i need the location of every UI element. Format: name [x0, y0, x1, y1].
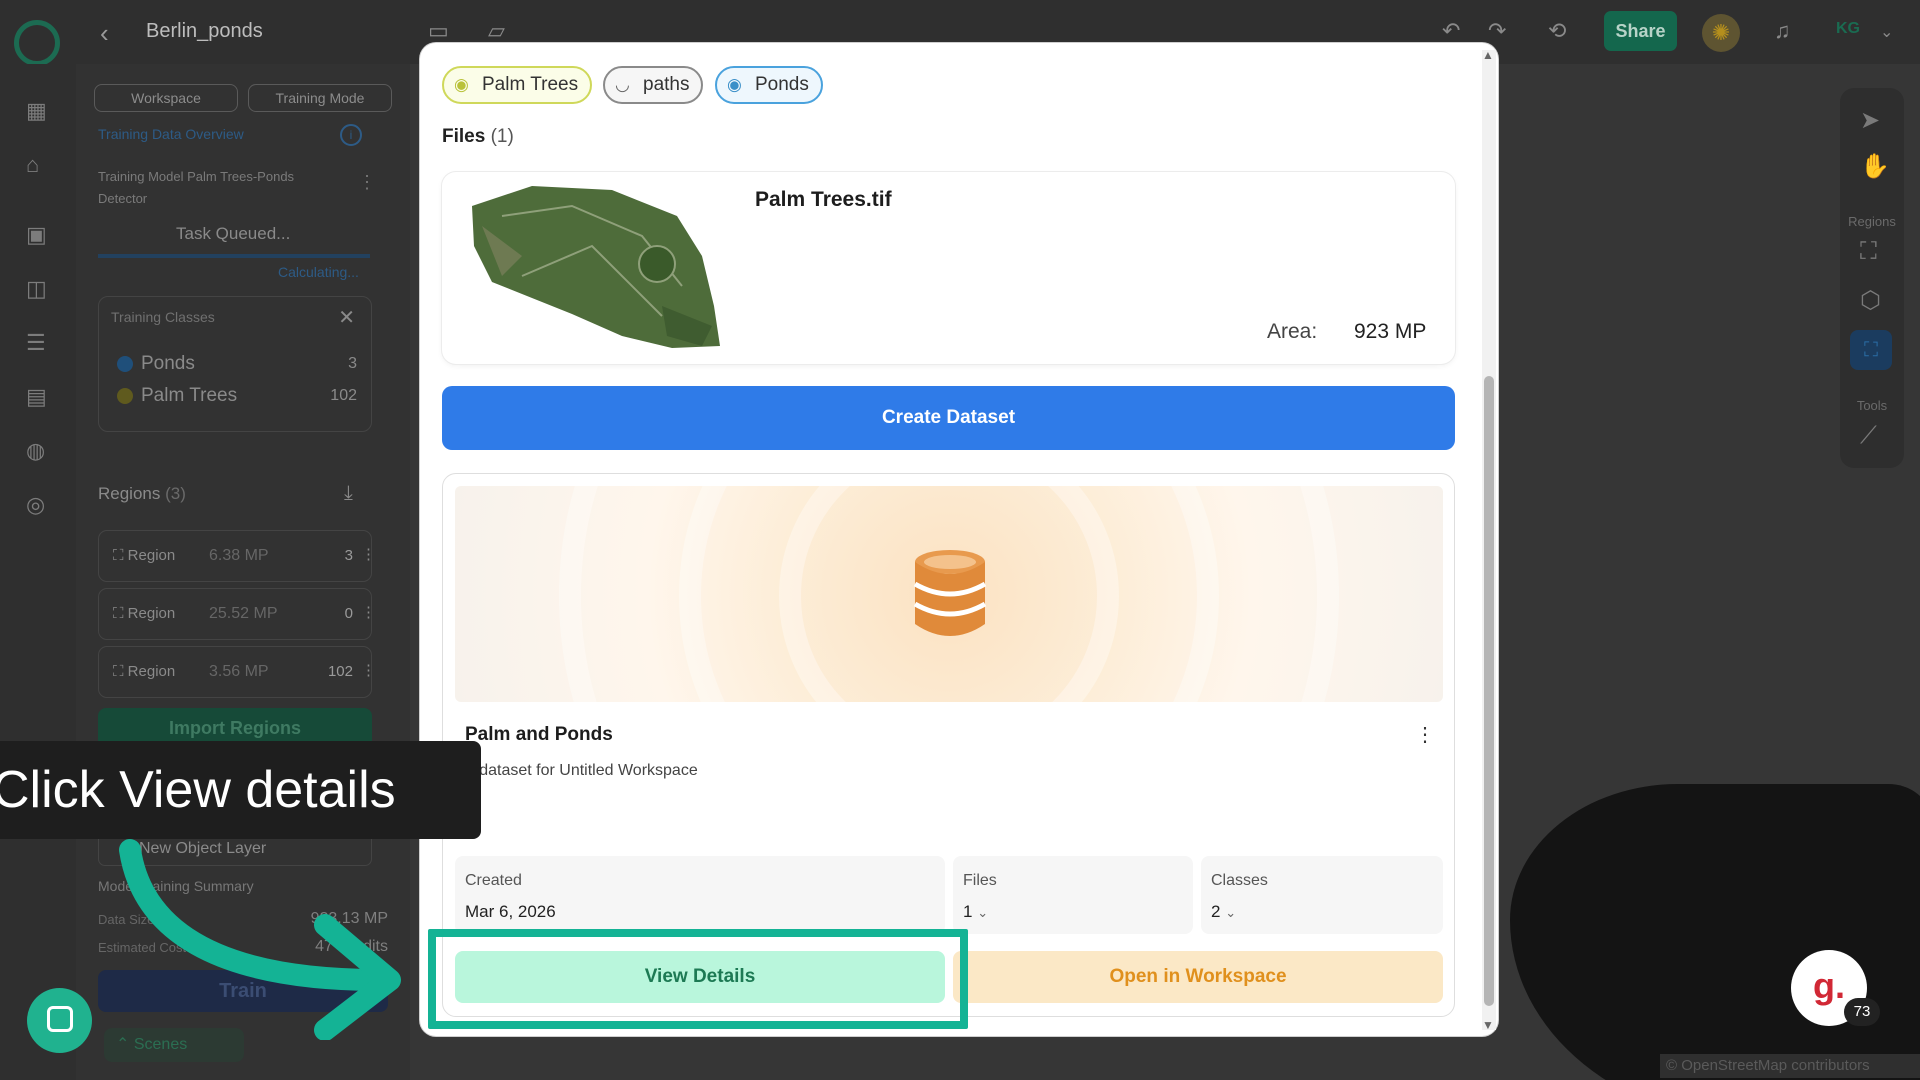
progress-bar	[98, 254, 370, 258]
file-name: Palm Trees.tif	[755, 188, 892, 211]
classes-cell[interactable]: Classes 2 ⌄	[1201, 856, 1443, 934]
download-icon[interactable]: ⤓	[344, 482, 353, 505]
folder-icon[interactable]: ▣	[26, 222, 47, 248]
classes-title: Training Classes	[111, 309, 215, 325]
share-button[interactable]: Share	[1604, 11, 1677, 51]
create-dataset-button[interactable]: Create Dataset	[442, 386, 1455, 450]
database-icon[interactable]: ☰	[26, 330, 46, 356]
app-logo[interactable]	[14, 20, 60, 66]
sun-icon[interactable]: ✺	[1702, 14, 1740, 52]
open-in-workspace-button[interactable]: Open in Workspace	[953, 951, 1443, 1003]
map-toolbar: ➤ ✋ Regions ⛶ ⬡ ⛶ Tools ⟋	[1840, 88, 1904, 468]
chat-icon	[47, 1006, 73, 1032]
tutorial-callout: Click View details	[0, 741, 481, 839]
region-menu-icon[interactable]: ⋮	[361, 545, 376, 563]
dataset-menu-icon[interactable]: ⋮	[1415, 722, 1435, 747]
file-card[interactable]: Palm Trees.tif Area: 923 MP	[442, 172, 1455, 364]
created-cell: Created Mar 6, 2026	[455, 856, 945, 934]
chevron-down-icon: ⌄	[977, 905, 989, 920]
undo-icon[interactable]: ↶	[1442, 18, 1460, 44]
robot-icon[interactable]: ◫	[26, 276, 47, 302]
chevron-down-icon: ⌄	[1225, 905, 1237, 920]
area-value: 923 MP	[1354, 320, 1427, 343]
region-row[interactable]: ⛶ Region 3.56 MP 102 ⋮	[98, 646, 376, 698]
map-icon[interactable]: ▤	[26, 384, 47, 410]
tab-workspace[interactable]: Workspace	[94, 84, 238, 112]
region-draw-icon[interactable]: ⛶	[1860, 238, 1877, 266]
model-name: Training Model Palm Trees-Ponds Detector	[98, 169, 295, 206]
globe-icon[interactable]: ◍	[26, 438, 45, 464]
eye-icon: ◉	[727, 75, 742, 94]
class-color-dot	[117, 355, 133, 372]
layer-pill-ponds[interactable]: ◉ Ponds	[715, 66, 823, 104]
region-select-icon[interactable]: ⛶	[1850, 330, 1892, 370]
region-menu-icon[interactable]: ⋮	[361, 603, 376, 621]
redo-icon[interactable]: ↷	[1488, 18, 1506, 44]
map-terrain	[1510, 784, 1920, 1080]
folder-icon[interactable]: ▱	[488, 18, 505, 44]
polygon-icon[interactable]: ⬡	[1860, 286, 1881, 315]
region-row[interactable]: ⛶ Region 25.52 MP 0 ⋮	[98, 588, 376, 640]
class-color-dot	[117, 387, 133, 404]
history-icon[interactable]: ⟲	[1548, 18, 1566, 44]
dataset-name: Palm and Ponds	[465, 724, 613, 745]
files-heading: Files (1)	[442, 126, 514, 147]
layer-pill-palm-trees[interactable]: ◉ Palm Trees	[442, 66, 593, 104]
regions-label: Regions	[1848, 214, 1896, 229]
region-label: ⛶ Region	[113, 663, 176, 680]
pointer-icon[interactable]: ➤	[1860, 106, 1880, 135]
area-label: Area:	[1267, 320, 1318, 343]
scroll-up-icon[interactable]: ▲	[1482, 48, 1494, 62]
hand-icon[interactable]: ✋	[1860, 152, 1890, 181]
ruler-icon[interactable]: ⟋	[1860, 422, 1877, 450]
back-arrow-icon[interactable]: ‹	[100, 18, 109, 49]
user-avatar[interactable]: KG	[1836, 20, 1860, 38]
eye-icon: ◉	[454, 75, 469, 94]
files-cell[interactable]: Files 1 ⌄	[953, 856, 1193, 934]
world-icon[interactable]: ◎	[26, 492, 45, 518]
chat-widget-button[interactable]	[27, 988, 92, 1053]
model-menu-icon[interactable]: ⋮	[358, 172, 376, 193]
training-overview-link[interactable]: Training Data Overview	[98, 126, 244, 142]
step-highlight	[428, 929, 968, 1029]
bell-icon[interactable]: ♫	[1774, 18, 1791, 44]
cart-icon[interactable]: ⌂	[26, 152, 39, 178]
scroll-down-icon[interactable]: ▼	[1482, 1018, 1494, 1032]
layer-pill-paths[interactable]: ◡ paths	[603, 66, 704, 104]
training-classes-box: Training Classes ✕ Ponds 3 Palm Trees 10…	[98, 296, 372, 432]
save-icon[interactable]: ▭	[428, 18, 449, 44]
map-attribution[interactable]: © OpenStreetMap contributors	[1660, 1054, 1920, 1078]
task-status: Task Queued...	[176, 224, 291, 243]
close-icon[interactable]: ✕	[338, 305, 355, 330]
tools-label: Tools	[1856, 398, 1888, 413]
eye-off-icon: ◡	[615, 75, 630, 94]
tutorial-arrow-icon	[119, 839, 401, 1040]
scrollbar-thumb[interactable]	[1484, 376, 1494, 1006]
region-row[interactable]: ⛶ Region 6.38 MP 3 ⋮	[98, 530, 376, 582]
region-label: ⛶ Region	[113, 547, 176, 564]
dataset-description: A dataset for Untitled Workspace	[465, 762, 698, 779]
calculating-text: Calculating...	[278, 264, 359, 280]
info-icon[interactable]: i	[340, 124, 362, 146]
class-row[interactable]: Palm Trees 102	[117, 385, 357, 409]
region-label: ⛶ Region	[113, 605, 176, 622]
tab-training-mode[interactable]: Training Mode	[248, 84, 392, 112]
file-thumbnail	[472, 186, 720, 348]
project-title: Berlin_ponds	[146, 20, 263, 42]
left-rail: ▦ ⌂ ▣ ◫ ☰ ▤ ◍ ◎	[0, 64, 76, 1080]
dataset-banner	[455, 486, 1443, 702]
notification-count: 73	[1844, 998, 1880, 1026]
region-menu-icon[interactable]: ⋮	[361, 661, 376, 679]
regions-heading: Regions (3)	[98, 484, 186, 503]
database-icon	[913, 550, 987, 636]
chevron-down-icon[interactable]: ⌄	[1880, 22, 1893, 42]
class-row[interactable]: Ponds 3	[117, 353, 357, 377]
dashboard-icon[interactable]: ▦	[26, 98, 47, 124]
